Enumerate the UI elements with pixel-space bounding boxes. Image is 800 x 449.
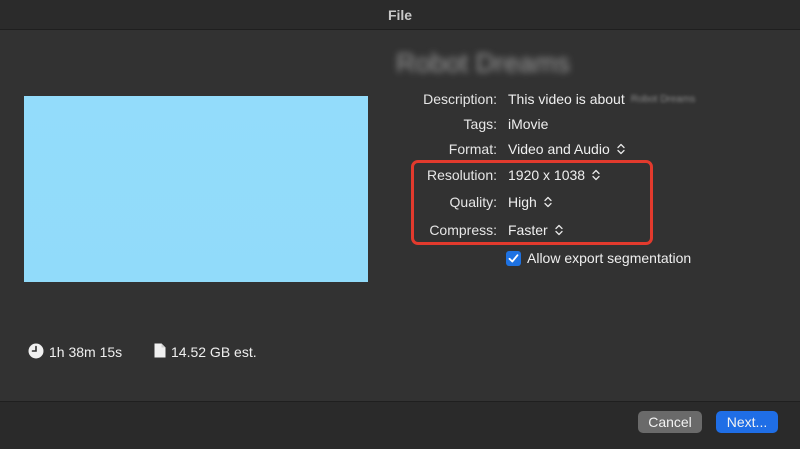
format-label: Format: xyxy=(448,141,497,157)
format-select[interactable]: Video and Audio xyxy=(508,138,625,160)
description-blurred-text: Robot Dreams xyxy=(630,94,696,106)
allow-segmentation-label: Allow export segmentation xyxy=(527,250,692,266)
clock-icon xyxy=(28,343,44,362)
updown-chevron-icon xyxy=(617,143,625,155)
movie-title-field[interactable]: Robot Dreams xyxy=(396,48,570,79)
description-label: Description: xyxy=(423,91,497,107)
file-size-value: 14.52 GB est. xyxy=(171,344,257,360)
description-field[interactable]: This video is about Robot Dreams xyxy=(508,88,695,111)
description-text: This video is about xyxy=(508,91,625,107)
format-value: Video and Audio xyxy=(508,141,610,157)
video-preview-thumbnail xyxy=(24,96,368,282)
tags-label: Tags: xyxy=(463,116,497,132)
file-size-stat: 14.52 GB est. xyxy=(154,342,257,362)
dialog-footer: Cancel Next... xyxy=(0,401,800,449)
allow-segmentation-option[interactable]: Allow export segmentation xyxy=(506,249,691,267)
duration-stat: 1h 38m 15s xyxy=(28,342,122,362)
export-dialog: File Robot Dreams Description: This vide… xyxy=(0,0,800,449)
title-bar: File xyxy=(0,0,800,30)
document-icon xyxy=(154,343,166,361)
tags-field[interactable]: iMovie xyxy=(508,113,548,135)
tags-row: Tags: iMovie xyxy=(380,113,780,135)
duration-value: 1h 38m 15s xyxy=(49,344,123,360)
format-row: Format: Video and Audio xyxy=(380,138,780,160)
checkmark-icon xyxy=(508,253,519,262)
description-row: Description: This video is about Robot Dr… xyxy=(380,88,780,110)
window-title: File xyxy=(387,7,413,23)
settings-highlight-box xyxy=(411,160,653,245)
cancel-button[interactable]: Cancel xyxy=(638,411,702,433)
allow-segmentation-checkbox[interactable] xyxy=(506,250,521,266)
next-button[interactable]: Next... xyxy=(716,411,778,433)
